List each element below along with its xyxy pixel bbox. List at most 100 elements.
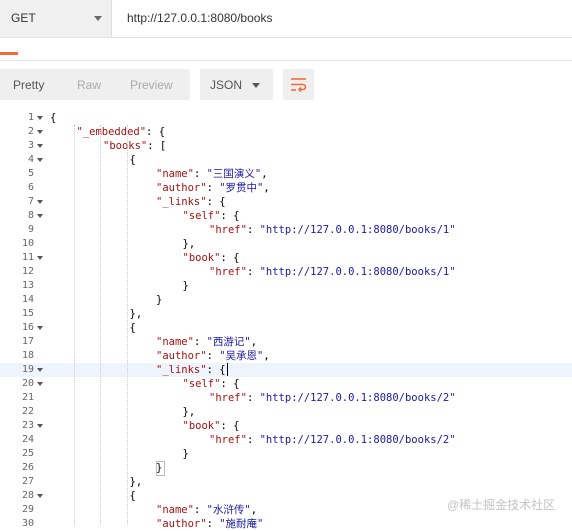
fold-arrow-icon[interactable] [37, 256, 43, 260]
fold-arrow-icon[interactable] [37, 158, 43, 162]
code-text: } [156, 293, 162, 307]
code-line: 2 "_embedded": { [0, 125, 572, 139]
json-punct: : { [206, 364, 226, 376]
json-key: "name" [156, 168, 194, 180]
tab-pretty[interactable]: Pretty [13, 78, 44, 92]
code-text: "author": "施耐庵" [156, 517, 263, 531]
fold-arrow-icon[interactable] [37, 326, 43, 330]
code-text: } [183, 279, 189, 293]
line-number: 11 [21, 252, 34, 263]
json-punct: { [129, 322, 136, 334]
code-line: 17 "name": "西游记", [0, 335, 572, 349]
code-text: "self": { [183, 209, 240, 223]
code-text: "_links": { [156, 363, 226, 377]
line-number: 2 [27, 126, 34, 137]
json-punct: , [263, 182, 270, 194]
json-string: "http://127.0.0.1:8080/books/2" [259, 434, 456, 446]
line-number: 4 [27, 154, 34, 165]
fold-arrow-icon[interactable] [37, 494, 43, 498]
code-line: 9 "href": "http://127.0.0.1:8080/books/1" [0, 223, 572, 237]
code-line: 1{ [0, 111, 572, 125]
line-number: 29 [21, 504, 34, 515]
indent-guide [127, 125, 128, 525]
line-number: 19 [21, 364, 34, 375]
line-number: 20 [21, 378, 34, 389]
code-text: { [50, 111, 56, 125]
json-punct: : { [220, 210, 240, 222]
json-punct: : [193, 504, 207, 516]
line-number: 17 [21, 336, 34, 347]
tab-preview[interactable]: Preview [130, 78, 173, 92]
format-label: JSON [210, 78, 243, 92]
line-number: 23 [21, 420, 34, 431]
code-text: "book": { [183, 419, 240, 433]
line-number: 10 [21, 238, 34, 249]
wrap-lines-icon [291, 78, 307, 93]
code-text: }, [183, 237, 196, 251]
json-key: "_embedded" [76, 126, 147, 138]
json-punct: }, [129, 476, 143, 488]
active-section-indicator [0, 52, 18, 55]
watermark: @稀土掘金技术社区 [447, 498, 556, 512]
json-punct: } [182, 448, 189, 460]
code-line: 3 "books": [ [0, 139, 572, 153]
url-input[interactable]: http://127.0.0.1:8080/books [127, 11, 272, 25]
fold-arrow-icon[interactable] [37, 116, 43, 120]
json-punct: , [263, 350, 270, 362]
code-line: 6 "author": "罗贯中", [0, 181, 572, 195]
code-text: }, [130, 307, 143, 321]
json-key: "href" [209, 392, 247, 404]
json-punct: : { [220, 252, 240, 264]
json-punct: : { [220, 420, 240, 432]
json-punct: : { [146, 126, 166, 138]
fold-arrow-icon[interactable] [37, 424, 43, 428]
code-text: }, [130, 475, 143, 489]
line-number: 7 [27, 196, 34, 207]
json-punct: : [246, 266, 260, 278]
json-punct: , [250, 336, 258, 348]
json-key: "book" [182, 252, 221, 264]
code-text: { [130, 489, 136, 503]
code-line: 5 "name": "三国演义", [0, 167, 572, 181]
json-key: "href" [209, 224, 247, 236]
json-key: "_links" [156, 196, 207, 208]
wrap-lines-button[interactable] [283, 69, 314, 100]
json-key: "books" [103, 140, 148, 152]
fold-arrow-icon[interactable] [37, 130, 43, 134]
line-number: 6 [27, 182, 34, 193]
code-text: "author": "吴承恩", [156, 349, 270, 363]
line-number: 21 [21, 392, 34, 403]
code-line: 13} [0, 279, 572, 293]
fold-arrow-icon[interactable] [37, 382, 43, 386]
response-body-editor[interactable]: 1{2 "_embedded": {3 "books": [4{5 "name": "… [0, 111, 572, 530]
code-line: 19 "_links": { [0, 363, 572, 377]
fold-arrow-icon[interactable] [37, 368, 43, 372]
matching-bracket-highlight [156, 461, 165, 476]
method-select[interactable]: GET [0, 0, 112, 37]
json-punct: : [246, 224, 260, 236]
fold-arrow-icon[interactable] [37, 200, 43, 204]
code-text: "self": { [183, 377, 240, 391]
code-line: 20 "self": { [0, 377, 572, 391]
json-punct: : [193, 336, 207, 348]
fold-arrow-icon[interactable] [37, 214, 43, 218]
line-number: 15 [21, 308, 34, 319]
line-number: 5 [27, 168, 34, 179]
line-number: 18 [21, 350, 34, 361]
code-line: 22}, [0, 405, 572, 419]
code-line: 27}, [0, 475, 572, 489]
json-punct: : [206, 350, 220, 362]
code-line: 16 { [0, 321, 572, 335]
code-line: 15}, [0, 307, 572, 321]
fold-arrow-icon[interactable] [37, 144, 43, 148]
json-key: "author" [156, 182, 207, 194]
format-select[interactable]: JSON [200, 69, 273, 100]
tab-raw[interactable]: Raw [77, 78, 101, 92]
line-number: 8 [27, 210, 34, 221]
request-bar: GET http://127.0.0.1:8080/books [0, 0, 572, 38]
json-punct: : [246, 392, 260, 404]
code-text: "href": "http://127.0.0.1:8080/books/2" [209, 433, 456, 447]
json-key: "href" [209, 266, 247, 278]
json-punct: } [182, 280, 189, 292]
json-punct: , [261, 168, 268, 180]
